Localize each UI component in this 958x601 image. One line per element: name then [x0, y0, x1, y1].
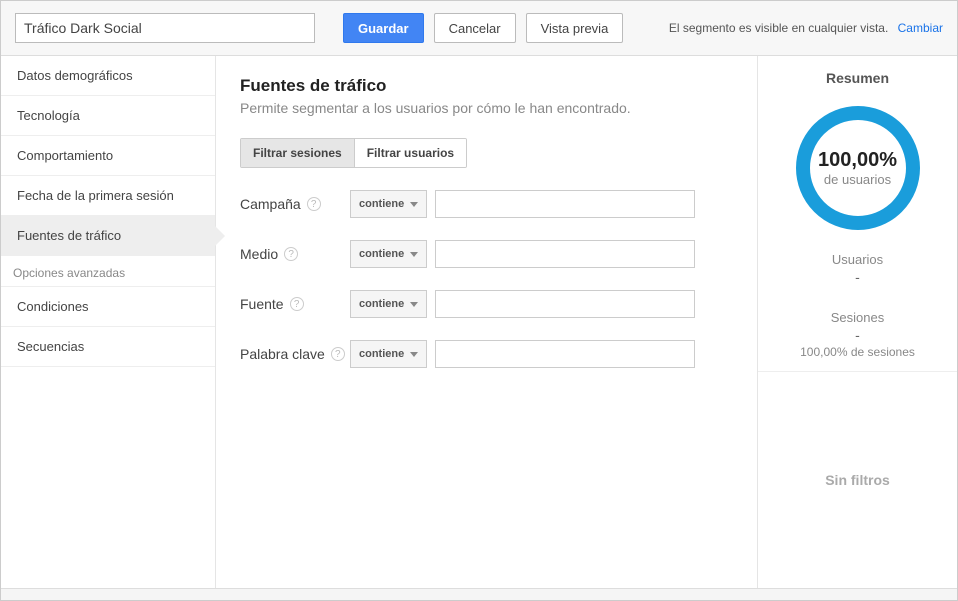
field-label-keyword: Palabra clave ? [240, 346, 350, 362]
sidebar-group-advanced: Opciones avanzadas [1, 256, 215, 287]
sidebar-item-behavior[interactable]: Comportamiento [1, 136, 215, 176]
donut-chart: 100,00% de usuarios [793, 103, 923, 233]
sidebar-item-conditions[interactable]: Condiciones [1, 287, 215, 327]
sidebar-item-traffic-sources[interactable]: Fuentes de tráfico [1, 216, 215, 256]
chevron-down-icon [410, 202, 418, 207]
sidebar-item-first-session-date[interactable]: Fecha de la primera sesión [1, 176, 215, 216]
operator-select-source[interactable]: contiene [350, 290, 427, 318]
operator-select-campaign[interactable]: contiene [350, 190, 427, 218]
help-icon[interactable]: ? [331, 347, 345, 361]
category-sidebar: Datos demográficos Tecnología Comportami… [1, 56, 216, 588]
no-filters-text: Sin filtros [758, 371, 957, 588]
visibility-text: El segmento es visible en cualquier vist… [669, 21, 943, 35]
preview-button[interactable]: Vista previa [526, 13, 624, 43]
value-input-medium[interactable] [435, 240, 695, 268]
summary-percent-sub: de usuarios [824, 172, 891, 187]
top-toolbar: Guardar Cancelar Vista previa El segment… [1, 1, 957, 56]
value-input-campaign[interactable] [435, 190, 695, 218]
summary-panel: Resumen 100,00% de usuarios Usuarios - S… [757, 56, 957, 588]
help-icon[interactable]: ? [284, 247, 298, 261]
field-label-campaign: Campaña ? [240, 196, 350, 212]
help-icon[interactable]: ? [290, 297, 304, 311]
cancel-button[interactable]: Cancelar [434, 13, 516, 43]
field-row-campaign: Campaña ? contiene [240, 190, 733, 218]
help-icon[interactable]: ? [307, 197, 321, 211]
summary-percent: 100,00% [818, 149, 897, 172]
sessions-value: - [766, 327, 949, 343]
field-row-medium: Medio ? contiene [240, 240, 733, 268]
value-input-keyword[interactable] [435, 340, 695, 368]
change-visibility-link[interactable]: Cambiar [898, 21, 943, 35]
filter-sessions-toggle[interactable]: Filtrar sesiones [241, 139, 354, 167]
panel-title: Fuentes de tráfico [240, 76, 733, 96]
sessions-label: Sesiones [766, 310, 949, 325]
sidebar-item-technology[interactable]: Tecnología [1, 96, 215, 136]
panel-description: Permite segmentar a los usuarios por cóm… [240, 100, 733, 116]
field-row-source: Fuente ? contiene [240, 290, 733, 318]
value-input-source[interactable] [435, 290, 695, 318]
operator-select-medium[interactable]: contiene [350, 240, 427, 268]
chevron-down-icon [410, 352, 418, 357]
users-value: - [766, 269, 949, 285]
chevron-down-icon [410, 302, 418, 307]
operator-select-keyword[interactable]: contiene [350, 340, 427, 368]
footer-scrollbar[interactable] [1, 588, 957, 600]
field-row-keyword: Palabra clave ? contiene [240, 340, 733, 368]
field-label-medium: Medio ? [240, 246, 350, 262]
segment-name-input[interactable] [15, 13, 315, 43]
chevron-down-icon [410, 252, 418, 257]
segment-editor: Guardar Cancelar Vista previa El segment… [0, 0, 958, 601]
save-button[interactable]: Guardar [343, 13, 424, 43]
filter-users-toggle[interactable]: Filtrar usuarios [354, 139, 466, 167]
summary-title: Resumen [758, 56, 957, 97]
filter-scope-toggle: Filtrar sesiones Filtrar usuarios [240, 138, 467, 168]
sidebar-item-sequences[interactable]: Secuencias [1, 327, 215, 367]
main-panel: Fuentes de tráfico Permite segmentar a l… [216, 56, 757, 588]
sessions-percent: 100,00% de sesiones [766, 345, 949, 359]
users-label: Usuarios [766, 252, 949, 267]
field-label-source: Fuente ? [240, 296, 350, 312]
sidebar-item-demographics[interactable]: Datos demográficos [1, 56, 215, 96]
